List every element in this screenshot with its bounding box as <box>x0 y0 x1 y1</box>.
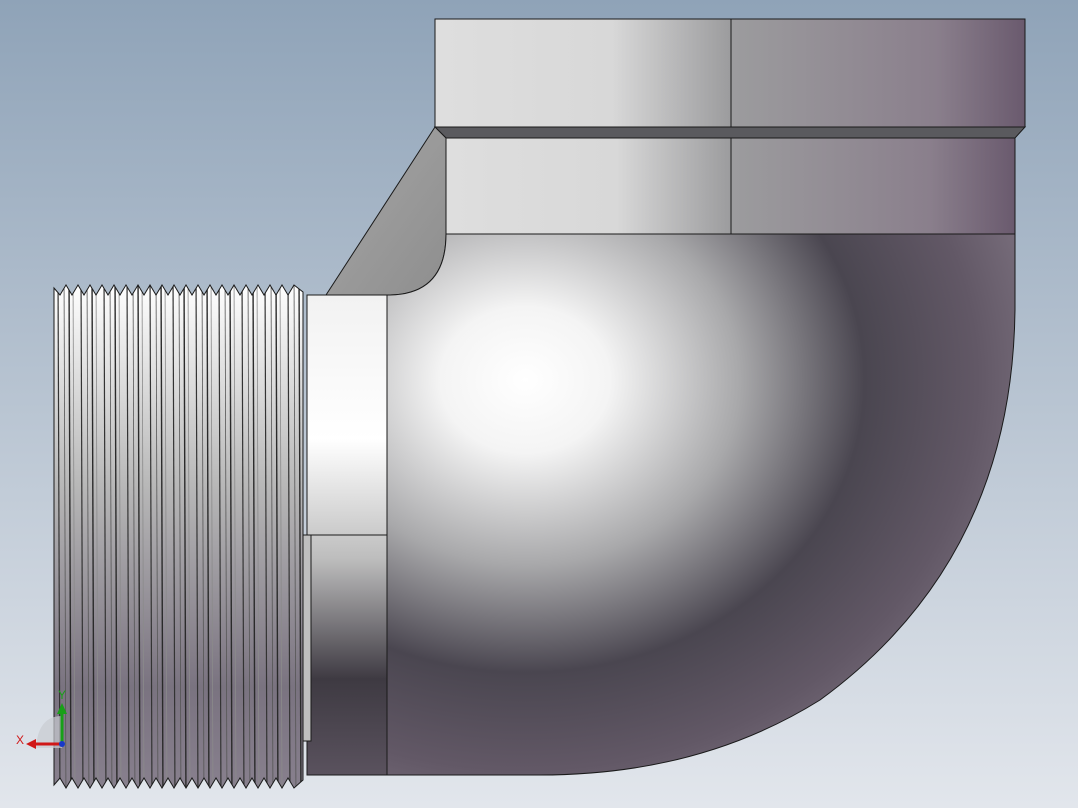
y-axis-label: Y <box>58 688 66 702</box>
x-axis-label: X <box>16 733 24 747</box>
model-canvas[interactable]: X Y <box>0 0 1078 808</box>
cad-graphics-viewport[interactable]: X Y <box>0 0 1078 808</box>
z-axis-icon <box>59 741 65 747</box>
female-hub-outer-band[interactable] <box>434 18 1026 128</box>
male-thread-end[interactable] <box>53 284 304 789</box>
hub-groove <box>433 126 1027 139</box>
